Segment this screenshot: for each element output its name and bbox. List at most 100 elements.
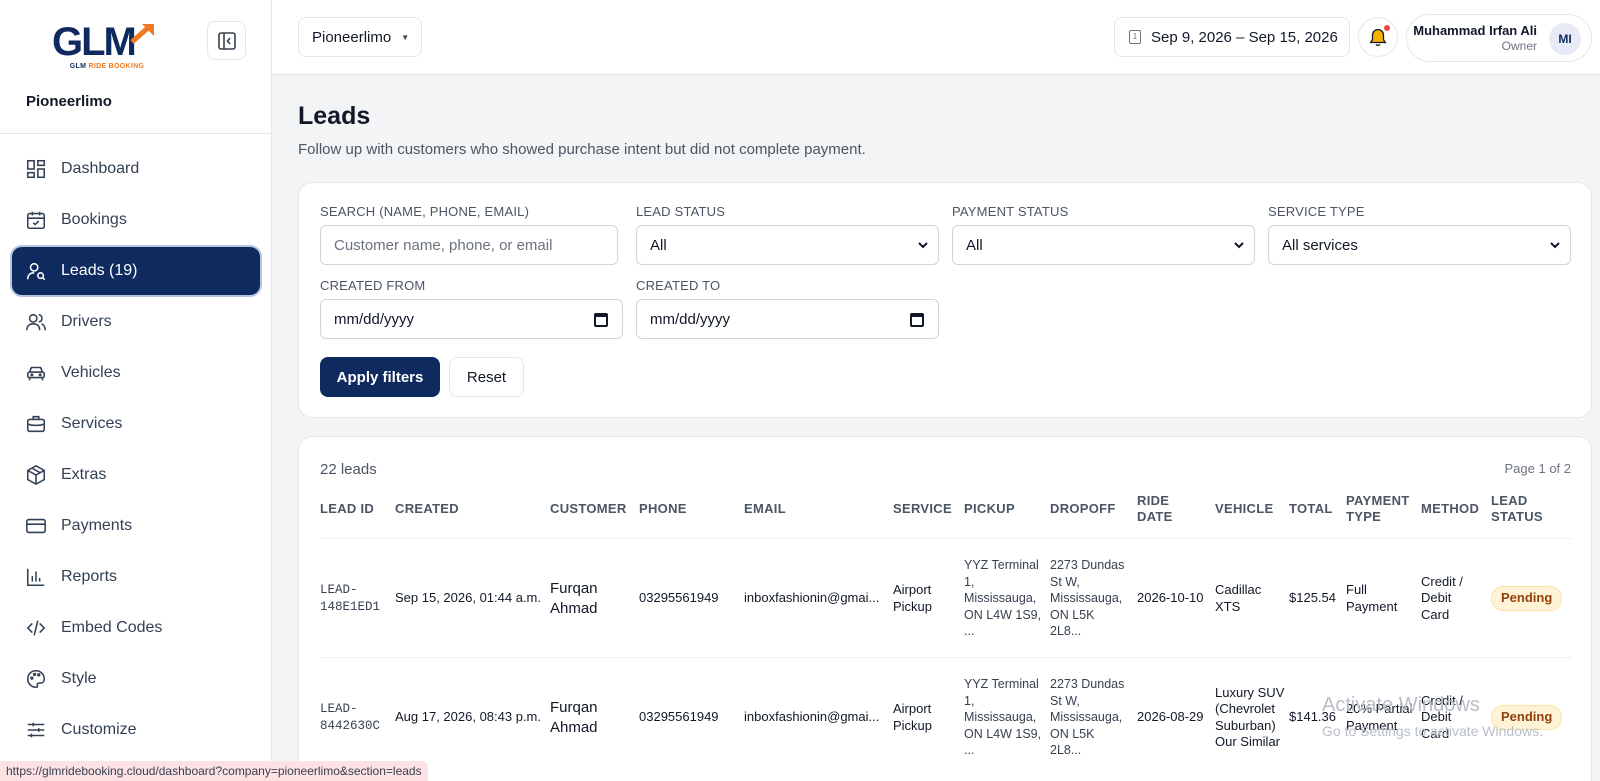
column-header-dropoff[interactable]: DROPOFF [1050, 489, 1116, 529]
sidebar-item-customize[interactable]: Customize [12, 706, 260, 754]
date-range-value: Sep 9, 2026 – Sep 15, 2026 [1151, 28, 1338, 46]
sidebar-item-reports[interactable]: Reports [12, 553, 260, 601]
sidebar-item-embed-codes[interactable]: Embed Codes [12, 604, 260, 652]
sidebar-item-label: Extras [61, 466, 107, 483]
payment-status-value: All [966, 236, 983, 254]
service: Airport Pickup [893, 582, 933, 614]
column-header-method[interactable]: METHOD [1421, 489, 1479, 529]
calendar-icon: 1 [1129, 30, 1141, 44]
customer-name: Furqan Ahmad [550, 579, 598, 617]
sidebar-item-label: Vehicles [61, 364, 121, 381]
pickup: YYZ Terminal 1, Mississauga, ON L4W 1S9,… [964, 677, 1042, 758]
phone: 03295561949 [639, 709, 719, 725]
apply-filters-button[interactable]: Apply filters [320, 357, 440, 397]
users-icon [26, 313, 46, 331]
sidebar-item-leads[interactable]: Leads (19) [12, 247, 260, 295]
user-search-icon [26, 262, 46, 281]
avatar: MI [1549, 23, 1581, 55]
service: Airport Pickup [893, 701, 933, 733]
page-subtitle: Follow up with customers who showed purc… [298, 141, 866, 158]
notification-badge [1383, 24, 1391, 32]
column-header-lead-status[interactable]: LEAD STATUS [1491, 489, 1551, 529]
sidebar-item-vehicles[interactable]: Vehicles [12, 349, 260, 397]
created-from-input[interactable]: mm/dd/yyyy [320, 299, 623, 339]
column-header-vehicle[interactable]: VEHICLE [1215, 489, 1273, 529]
credit-card-icon [26, 518, 46, 534]
search-input[interactable]: Customer name, phone, or email [320, 225, 618, 265]
payment-type: Full Payment [1346, 582, 1398, 614]
user-name: Muhammad Irfan Ali [1413, 23, 1537, 38]
sidebar-item-dashboard[interactable]: Dashboard [12, 145, 260, 193]
search-placeholder: Customer name, phone, or email [334, 236, 553, 254]
column-header-pickup[interactable]: PICKUP [964, 489, 1015, 529]
dashboard-icon [26, 159, 46, 179]
sidebar-item-label: Payments [61, 517, 133, 534]
payment-method: Credit / Debit Card [1421, 573, 1463, 622]
column-header-lead-id[interactable]: LEAD ID [320, 489, 374, 529]
briefcase-icon [26, 415, 46, 433]
created-from-value: mm/dd/yyyy [334, 310, 415, 328]
service-type-value: All services [1282, 236, 1358, 254]
package-icon [26, 464, 46, 486]
page-title: Leads [298, 102, 371, 130]
column-header-service[interactable]: SERVICE [893, 489, 952, 529]
sidebar-item-payments[interactable]: Payments [12, 502, 260, 550]
column-header-total[interactable]: TOTAL [1289, 489, 1333, 529]
arrow-up-right-icon [130, 24, 154, 44]
car-icon [26, 366, 46, 381]
column-header-phone[interactable]: PHONE [639, 489, 687, 529]
column-header-payment-type[interactable]: PAYMENT TYPE [1346, 489, 1416, 529]
created-date: Sep 15, 2026, 01:44 a.m. [395, 590, 541, 606]
column-header-email[interactable]: EMAIL [744, 489, 786, 529]
sidebar-item-label: Customize [61, 721, 137, 738]
glm-logo[interactable]: GLM GLM RIDE BOOKING [52, 22, 162, 72]
reset-button[interactable]: Reset [449, 357, 524, 397]
service-type-label: SERVICE TYPE [1268, 204, 1365, 219]
sidebar-item-services[interactable]: Services [12, 400, 260, 448]
chevron-down-icon [1550, 242, 1560, 249]
sidebar-item-style[interactable]: Style [12, 655, 260, 703]
vehicle: Cadillac XTS [1215, 582, 1262, 614]
notifications-button[interactable] [1358, 17, 1398, 57]
vehicle: Luxury SUV (Chevrolet Suburban) Our Simi… [1215, 684, 1285, 750]
calendar-icon [910, 313, 924, 327]
sidebar-item-label: Reports [61, 568, 118, 585]
sliders-icon [27, 722, 45, 738]
palette-icon [26, 669, 46, 689]
column-header-ride-date[interactable]: RIDE DATE [1137, 489, 1187, 529]
bar-chart-icon [26, 568, 45, 587]
column-header-customer[interactable]: CUSTOMER [550, 489, 627, 529]
created-to-value: mm/dd/yyyy [650, 310, 731, 328]
sidebar-item-label: Services [61, 415, 123, 432]
created-to-label: CREATED TO [636, 278, 721, 293]
sidebar-item-extras[interactable]: Extras [12, 451, 260, 499]
search-label: SEARCH (NAME, PHONE, EMAIL) [320, 204, 530, 219]
calendar-icon [594, 313, 608, 327]
column-header-created[interactable]: CREATED [395, 489, 459, 529]
date-range-picker[interactable]: 1 Sep 9, 2026 – Sep 15, 2026 [1114, 17, 1350, 57]
service-type-select[interactable]: All services [1268, 225, 1571, 265]
user-menu[interactable]: Muhammad Irfan Ali Owner MI [1406, 14, 1592, 62]
sidebar-item-label: Dashboard [61, 160, 140, 177]
payment-status-label: PAYMENT STATUS [952, 204, 1069, 219]
sidebar-company-name: Pioneerlimo [26, 93, 112, 110]
sidebar-item-bookings[interactable]: Bookings [12, 196, 260, 244]
payment-status-select[interactable]: All [952, 225, 1255, 265]
created-from-label: CREATED FROM [320, 278, 426, 293]
lead-id[interactable]: LEAD-148E1ED1 [320, 582, 390, 615]
lead-id[interactable]: LEAD-8442630C [320, 701, 390, 734]
sidebar-divider [0, 133, 271, 134]
company-selector[interactable]: Pioneerlimo ▼ [298, 17, 422, 57]
windows-activation-subtitle: Go to Settings to activate Windows. [1322, 723, 1543, 739]
dropoff: 2273 Dundas St W, Mississauga, ON L5K 2L… [1050, 677, 1125, 758]
ride-date: 2026-10-10 [1137, 590, 1204, 606]
sidebar-item-label: Embed Codes [61, 619, 163, 636]
created-to-input[interactable]: mm/dd/yyyy [636, 299, 939, 339]
sidebar-item-drivers[interactable]: Drivers [12, 298, 260, 346]
collapse-sidebar-button[interactable] [207, 21, 246, 60]
sidebar-nav: Dashboard Bookings Leads (19) Drivers Ve… [12, 145, 260, 757]
company-selector-value: Pioneerlimo [312, 28, 392, 46]
ride-date: 2026-08-29 [1137, 709, 1204, 725]
table-row[interactable]: LEAD-148E1ED1 Sep 15, 2026, 01:44 a.m. F… [320, 538, 1572, 657]
lead-status-select[interactable]: All [636, 225, 939, 265]
